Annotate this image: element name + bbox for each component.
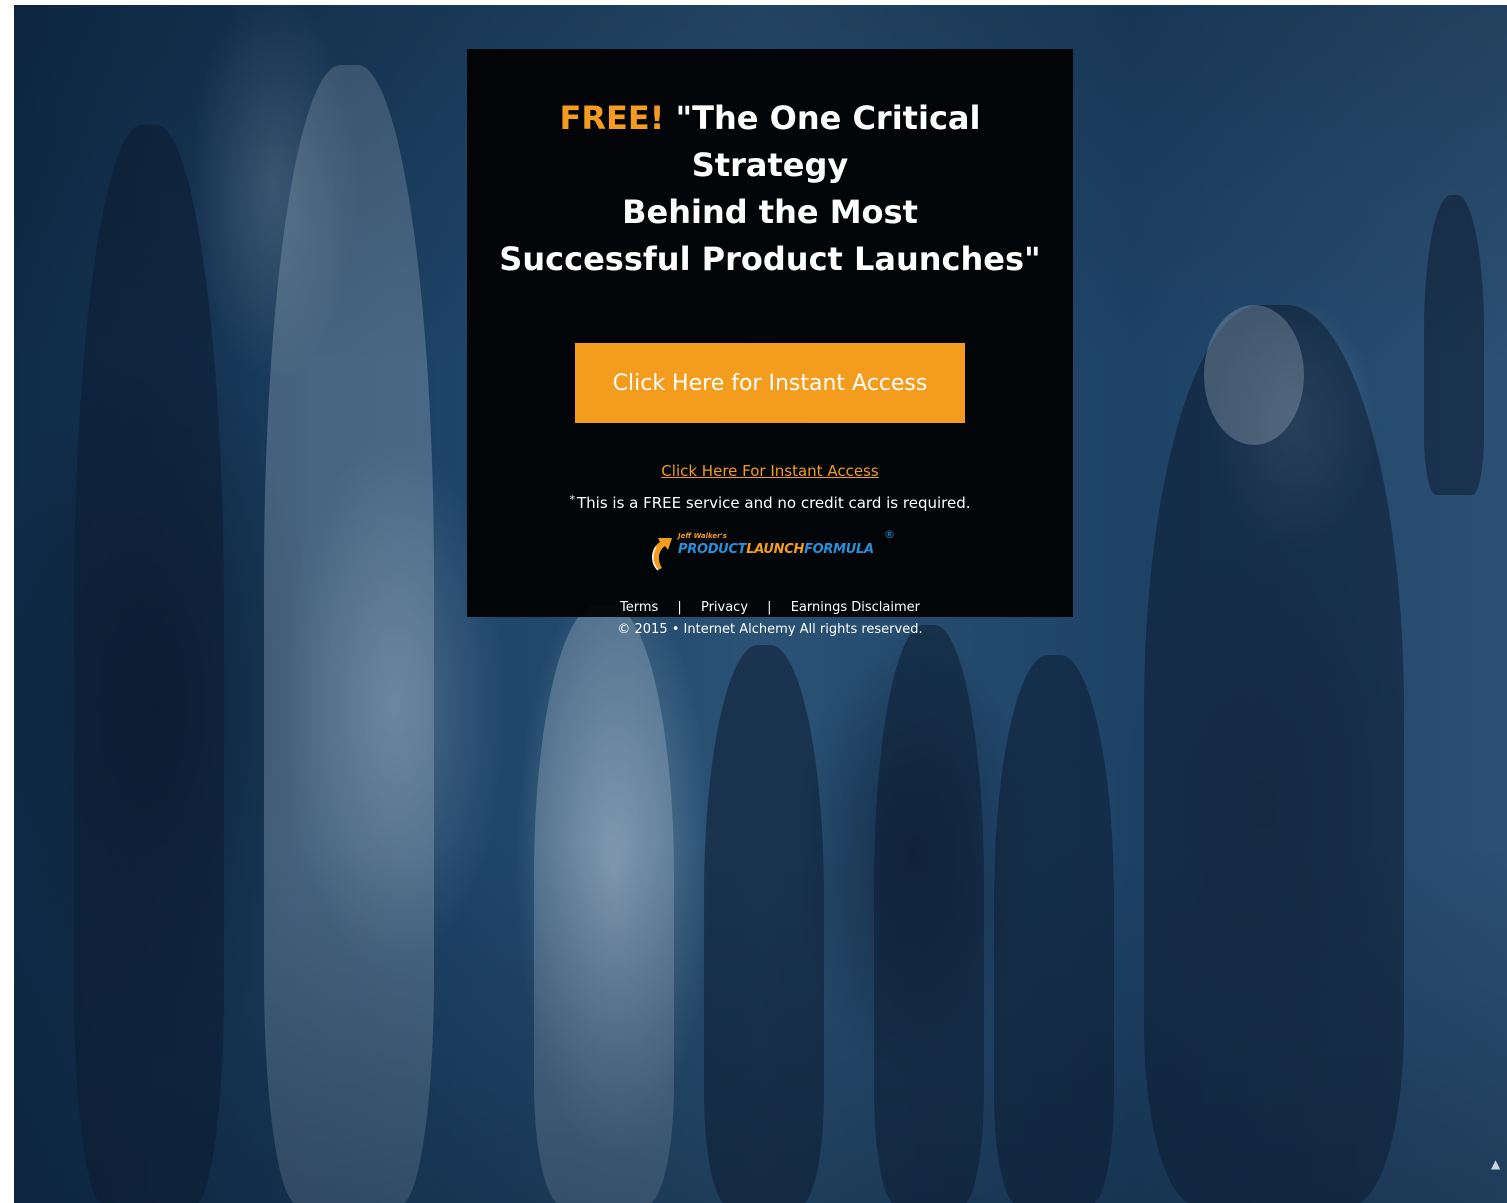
logo-word-formula: FORMULA: [804, 542, 874, 557]
footer-links: Terms | Privacy | Earnings Disclaimer: [467, 600, 1073, 615]
privacy-link[interactable]: Privacy: [701, 600, 748, 615]
instant-access-button[interactable]: Click Here for Instant Access: [575, 343, 965, 423]
landing-page: FREE! "The One Critical Strategy Behind …: [14, 5, 1507, 1203]
footer-separator: |: [767, 600, 772, 615]
headline: FREE! "The One Critical Strategy Behind …: [477, 95, 1063, 283]
instant-access-link[interactable]: Click Here For Instant Access: [661, 462, 878, 480]
logo-wordmark: PRODUCTLAUNCHFORMULA: [678, 542, 874, 557]
registered-mark: ®: [884, 528, 895, 541]
product-launch-formula-logo: Jeff Walker's PRODUCTLAUNCHFORMULA ®: [644, 528, 896, 576]
terms-link[interactable]: Terms: [620, 600, 658, 615]
note-text: This is a FREE service and no credit car…: [577, 494, 971, 512]
offer-panel: FREE! "The One Critical Strategy Behind …: [467, 49, 1073, 637]
footer-separator: |: [677, 600, 682, 615]
scroll-up-icon[interactable]: ▲: [1491, 1157, 1500, 1173]
headline-free: FREE!: [559, 99, 665, 137]
logo-word-product: PRODUCT: [678, 542, 747, 557]
logo-small-text: Jeff Walker's: [678, 532, 727, 540]
headline-line-3: Successful Product Launches": [499, 240, 1041, 278]
headline-line-2: Behind the Most: [622, 193, 918, 231]
headline-line-1: "The One Critical Strategy: [675, 99, 981, 184]
note-asterisk: *: [569, 493, 576, 506]
copyright-text: © 2015 • Internet Alchemy All rights res…: [617, 622, 923, 637]
logo-word-launch: LAUNCH: [746, 542, 805, 557]
earnings-disclaimer-link[interactable]: Earnings Disclaimer: [791, 600, 920, 615]
launch-arrow-icon: [652, 538, 672, 571]
free-service-note: * This is a FREE service and no credit ca…: [467, 493, 1073, 512]
